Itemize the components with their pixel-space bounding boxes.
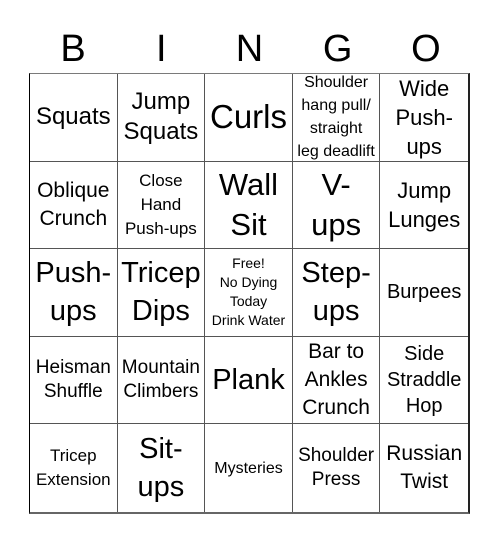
header-letter-g: G (322, 28, 353, 70)
bingo-cell[interactable]: Tricep Dips (117, 249, 206, 337)
cell-label: Mysteries (214, 459, 283, 477)
cell-label: Curls (209, 98, 287, 136)
cell-label: Close Hand Push-ups (124, 170, 197, 238)
bingo-cell[interactable]: Mountain Climbers (117, 336, 206, 425)
bingo-cell[interactable]: Wall Sit (205, 161, 293, 250)
cell-label: Squats (35, 103, 111, 131)
cell-label: Heisman Shuffle (35, 357, 111, 403)
cell-label: Jump Lunges (388, 177, 461, 232)
cell-label: V- ups (311, 166, 362, 242)
cell-label: Shoulder Press (298, 445, 375, 491)
cell-label: Oblique Crunch (37, 178, 110, 230)
cell-label: Jump Squats (123, 88, 199, 146)
header-letter-i: I (156, 28, 167, 70)
bingo-cell[interactable]: Plank (205, 336, 293, 425)
bingo-cell[interactable]: Shoulder hang pull/ straight leg deadlif… (292, 74, 381, 162)
cell-label: Burpees (386, 281, 462, 304)
cell-label: Push- ups (35, 257, 112, 328)
cell-label: Shoulder hang pull/ straight leg deadlif… (297, 74, 375, 161)
cell-label: Russian Twist (386, 442, 463, 494)
bingo-cell[interactable]: Squats (30, 74, 118, 162)
cell-label: Sit- ups (137, 433, 185, 504)
bingo-grid: Squats Jump Squats Curls Shoulder hang p… (29, 73, 470, 514)
bingo-cell[interactable]: Step- ups (292, 249, 381, 337)
bingo-cell[interactable]: Jump Squats (117, 74, 206, 162)
bingo-cell[interactable]: Curls (205, 74, 293, 162)
cell-label: Side Straddle Hop (386, 343, 462, 418)
cell-label: Bar to Ankles Crunch (302, 340, 370, 420)
header-letter-o: O (411, 28, 441, 70)
cell-label: Wide Push- ups (395, 75, 453, 159)
bingo-header: B I N G O (29, 26, 470, 72)
bingo-cell[interactable]: Close Hand Push-ups (117, 161, 206, 250)
header-letter-b: B (60, 28, 86, 70)
cell-label: Mountain Climbers (121, 357, 200, 403)
bingo-cell[interactable]: Shoulder Press (293, 424, 381, 512)
bingo-cell[interactable]: Sit- ups (118, 424, 206, 512)
bingo-cell[interactable]: Bar to Ankles Crunch (292, 336, 381, 425)
cell-label: Free! No Dying Today Drink Water (211, 255, 286, 329)
bingo-cell[interactable]: Side Straddle Hop (380, 337, 468, 425)
bingo-cell[interactable]: Push- ups (30, 249, 118, 337)
bingo-cell[interactable]: V- ups (292, 161, 381, 250)
bingo-cell[interactable]: Heisman Shuffle (30, 336, 118, 425)
free-space-cell[interactable]: Free! No Dying Today Drink Water (205, 249, 293, 337)
cell-label: Tricep Dips (121, 257, 201, 328)
bingo-cell[interactable]: Mysteries (205, 424, 293, 512)
cell-label: Plank (212, 364, 285, 397)
bingo-card: B I N G O Squats Jump Squats Curls Shoul… (0, 0, 500, 544)
bingo-cell[interactable]: Russian Twist (380, 424, 468, 512)
cell-label: Tricep Extension (35, 446, 111, 490)
bingo-cell[interactable]: Jump Lunges (380, 162, 468, 250)
cell-label: Wall Sit (218, 166, 279, 242)
header-letter-n: N (235, 28, 264, 70)
bingo-cell[interactable]: Wide Push- ups (380, 74, 468, 162)
bingo-cell[interactable]: Tricep Extension (30, 424, 118, 512)
cell-label: Step- ups (301, 257, 371, 328)
bingo-cell[interactable]: Burpees (380, 249, 468, 337)
bingo-cell[interactable]: Oblique Crunch (30, 161, 118, 250)
